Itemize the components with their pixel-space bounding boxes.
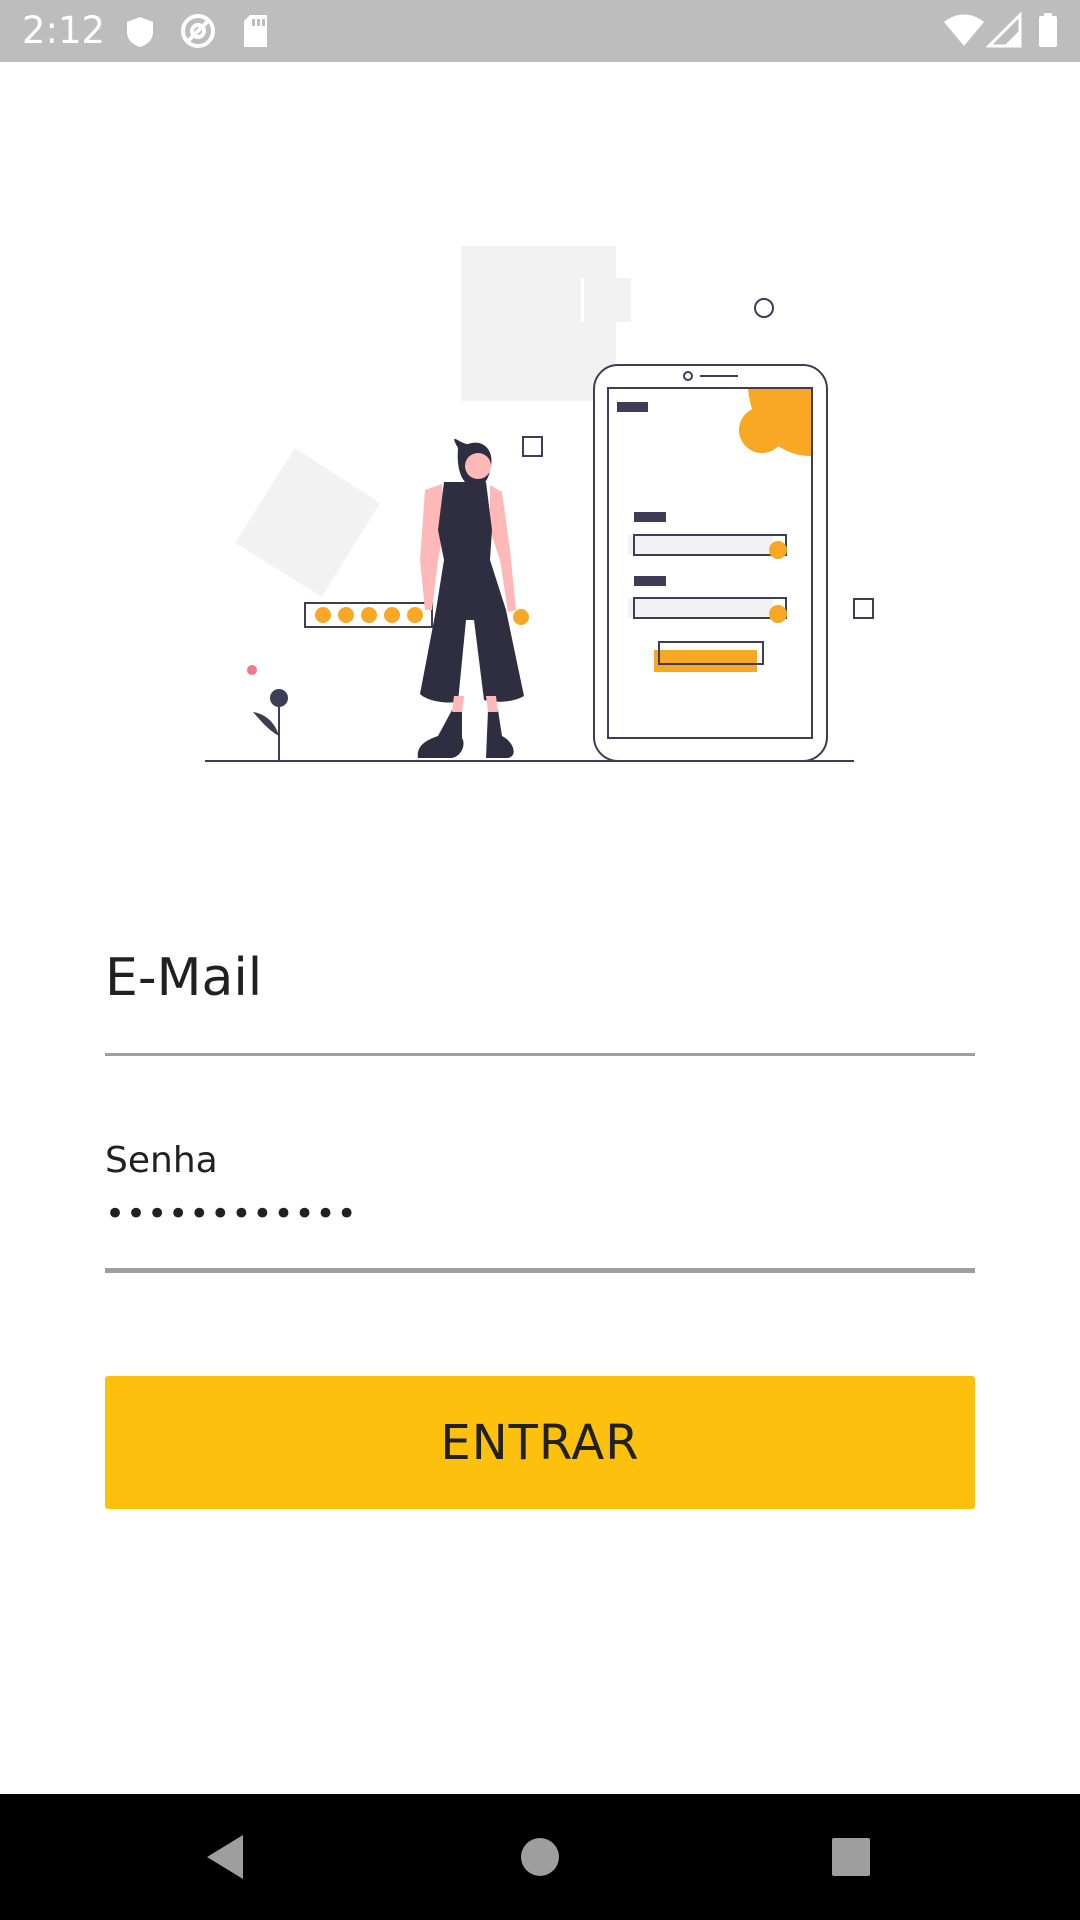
at-sign-icon: [178, 0, 218, 62]
battery-icon: [1036, 0, 1060, 62]
login-button[interactable]: ENTRAR: [105, 1376, 975, 1509]
recents-icon[interactable]: [791, 1794, 911, 1920]
wifi-icon: [942, 0, 986, 62]
cell-signal-icon: [986, 0, 1022, 62]
password-value: ••••••••••••: [105, 1194, 358, 1234]
sd-card-icon: [240, 0, 272, 62]
status-bar: 2:12: [0, 0, 1080, 62]
email-underline: [105, 1053, 975, 1056]
shield-icon: [124, 0, 156, 62]
login-illustration: [190, 230, 890, 770]
email-field[interactable]: E-Mail: [105, 930, 975, 1056]
password-underline: [105, 1268, 975, 1273]
email-label: E-Mail: [105, 948, 263, 1008]
status-time: 2:12: [22, 9, 106, 52]
password-field[interactable]: Senha ••••••••••••: [105, 1130, 975, 1273]
back-icon[interactable]: [165, 1794, 285, 1920]
navigation-bar: [0, 1794, 1080, 1920]
password-label: Senha: [105, 1140, 218, 1181]
home-icon[interactable]: [480, 1794, 600, 1920]
